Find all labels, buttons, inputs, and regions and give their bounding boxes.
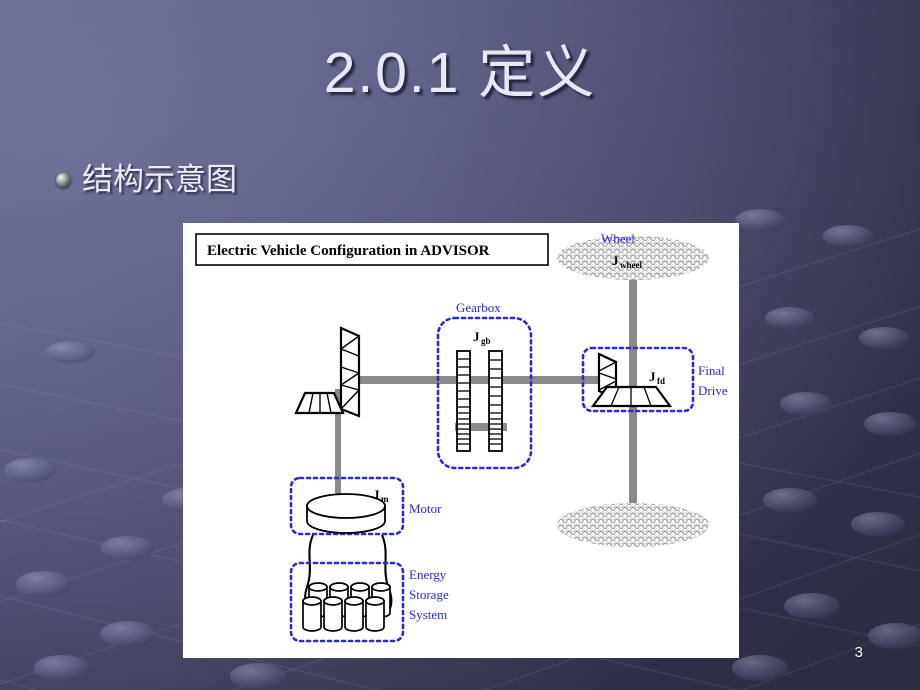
diagram-title-box: Electric Vehicle Configuration in ADVISO… [195,233,549,266]
presentation-slide: 2.0.1 定义 结构示意图 Electric Vehicle Configur… [0,0,920,690]
final-drive-label-line1: Final [698,363,725,378]
gearbox-label: Gearbox [456,300,501,315]
motor-label: Motor [409,501,442,516]
bullet-text: 结构示意图 [82,162,237,197]
sphere-bullet-icon [56,172,71,188]
svg-text:wheel: wheel [620,260,642,270]
bullet-row: 结构示意图 [56,163,237,197]
ess-label-line3: System [409,607,447,622]
svg-text:fd: fd [657,376,665,386]
gearbox-gear-left [456,350,471,452]
gearbox-gear-right [488,350,503,452]
wheel-bottom [557,503,709,547]
svg-text:gb: gb [481,336,491,346]
svg-text:J: J [612,253,619,268]
wheel-label: Wheel [601,231,635,246]
final-drive-label-line2: Drive [698,383,728,398]
svg-text:J: J [473,329,480,344]
diagram-title-text: Electric Vehicle Configuration in ADVISO… [207,243,490,259]
ess-label-line1: Energy [409,567,447,582]
ess-label-line2: Storage [409,587,449,602]
slide-title: 2.0.1 定义 [323,41,597,105]
svg-text:J: J [649,369,656,384]
svg-text:m: m [381,494,389,504]
wheel-bottom-tyre [557,503,709,547]
shaft-gearbox-to-finaldrive [501,376,613,384]
diagram-panel: Electric Vehicle Configuration in ADVISO… [183,223,739,658]
svg-text:J: J [373,487,380,502]
page-number: 3 [854,644,863,661]
